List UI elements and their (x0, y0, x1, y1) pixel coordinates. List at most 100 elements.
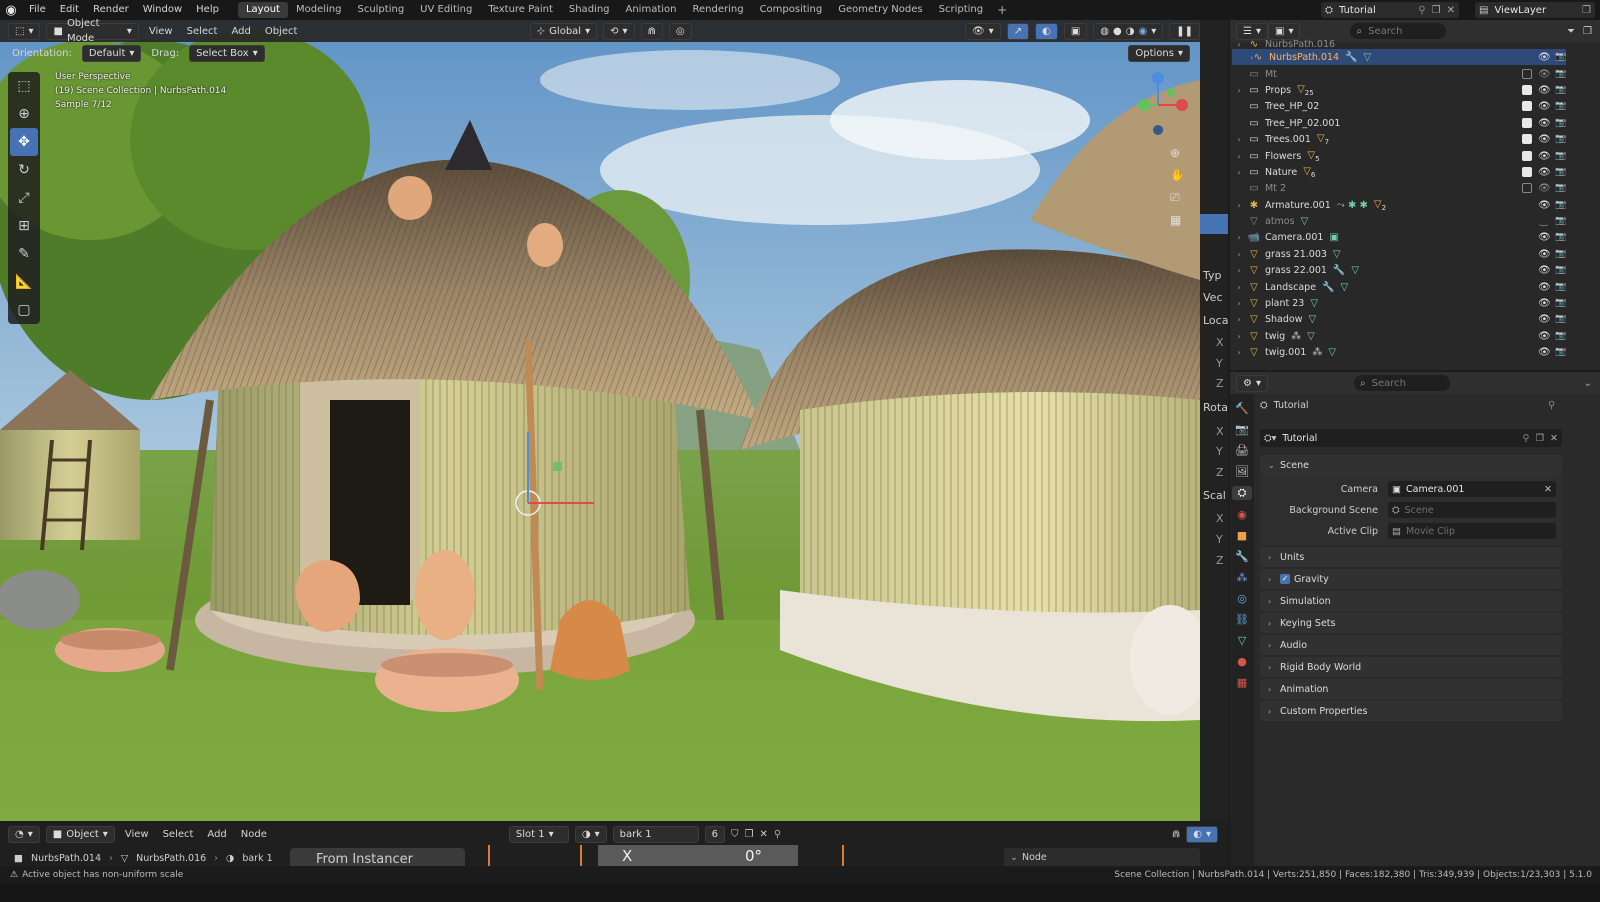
visibility-eye-icon[interactable]: 👁 (1538, 118, 1551, 129)
material-slot-selector[interactable]: Slot 1 ▾ (508, 825, 569, 843)
expand-arrow-icon[interactable]: › (1232, 168, 1246, 177)
remove-scene-icon[interactable]: ✕ (1447, 5, 1459, 16)
visibility-eye-icon[interactable]: 👁 (1538, 69, 1551, 80)
render-camera-icon[interactable]: 📷 (1555, 118, 1566, 128)
editor-type-selector[interactable]: ⬚ ▾ (8, 22, 41, 40)
drag-dropdown[interactable]: Select Box ▾ (189, 44, 265, 62)
particles-tab-icon[interactable]: ⁂ (1232, 571, 1252, 584)
pivot-selector[interactable]: ⟲ ▾ (603, 22, 635, 40)
background-scene-field[interactable]: ⛭ Scene (1388, 502, 1556, 518)
outliner-row-props[interactable]: › ▭ Props ▽25 👁 📷 (1232, 82, 1566, 98)
expand-arrow-icon[interactable]: › (1232, 283, 1246, 292)
expand-arrow-icon[interactable]: › (1232, 53, 1253, 62)
render-camera-icon[interactable]: 📷 (1555, 282, 1566, 292)
render-camera-icon[interactable]: 📷 (1555, 183, 1566, 193)
gizmo-toggle[interactable]: ↗ (1006, 22, 1030, 40)
scene-selector[interactable]: ⛭ Tutorial ⚲ ❐ ✕ (1321, 2, 1459, 18)
visibility-eye-icon[interactable]: 👁 (1538, 85, 1551, 96)
view-layer-tab-icon[interactable]: 🖼 (1232, 465, 1252, 478)
filter-icon[interactable]: ⏷ (1567, 26, 1575, 37)
new-view-layer-icon[interactable]: ❐ (1582, 5, 1595, 16)
material-tab-icon[interactable]: ● (1232, 655, 1252, 668)
grid-view-icon[interactable]: ▦ (1170, 213, 1188, 227)
render-camera-icon[interactable]: 📷 (1555, 151, 1566, 161)
outliner-row-tree-hp-02[interactable]: ▭ Tree_HP_02 👁 📷 (1232, 98, 1566, 114)
shader-menu-node[interactable]: Node (237, 829, 271, 840)
render-camera-icon[interactable]: 📷 (1555, 216, 1566, 226)
workspace-tab-geometry-nodes[interactable]: Geometry Nodes (830, 0, 930, 20)
material-name-field[interactable]: bark 1 (612, 825, 699, 843)
render-camera-icon[interactable]: 📷 (1555, 167, 1566, 177)
breadcrumb-material[interactable]: bark 1 (242, 853, 272, 864)
viewport-menu-select[interactable]: Select (183, 26, 222, 37)
render-camera-icon[interactable]: 📷 (1555, 232, 1566, 242)
visibility-eye-icon[interactable]: 👁 (1538, 265, 1551, 276)
viewport-menu-add[interactable]: Add (227, 26, 254, 37)
shader-menu-view[interactable]: View (121, 829, 153, 840)
material-browse[interactable]: ◑ ▾ (574, 825, 607, 843)
viewport-menu-view[interactable]: View (145, 26, 177, 37)
transform-orientation-selector[interactable]: ⊹ Global ▾ (529, 22, 598, 40)
visibility-eye-icon[interactable]: 👁 (1538, 347, 1551, 358)
fake-user-shield-icon[interactable]: ⛉ (731, 829, 739, 840)
menu-help[interactable]: Help (189, 0, 226, 20)
shader-overlay-toggle[interactable]: ◐ ▾ (1186, 825, 1218, 843)
render-camera-icon[interactable]: 📷 (1555, 347, 1566, 357)
audio-panel-header[interactable]: › Audio (1260, 635, 1562, 655)
exclude-checkbox[interactable] (1522, 151, 1532, 161)
viewport-menu-object[interactable]: Object (261, 26, 302, 37)
render-camera-icon[interactable]: 📷 (1555, 265, 1566, 275)
expand-arrow-icon[interactable]: › (1232, 86, 1246, 95)
snap-toggle[interactable]: ⋒ (640, 22, 663, 40)
workspace-tab-texture-paint[interactable]: Texture Paint (480, 0, 561, 20)
exclude-checkbox[interactable] (1522, 118, 1532, 128)
outliner-row-atmos[interactable]: ▽ atmos ▽ ‿ 📷 (1232, 213, 1566, 229)
rendered-shading-icon[interactable]: ◉ (1138, 24, 1147, 39)
expand-arrow-icon[interactable]: › (1232, 250, 1246, 259)
visibility-eye-icon[interactable]: 👁 (1538, 52, 1551, 63)
zoom-icon[interactable]: ⊕ (1170, 146, 1188, 160)
unlink-material-icon[interactable]: ✕ (760, 829, 768, 840)
visibility-eye-icon[interactable]: 👁 (1538, 200, 1551, 211)
material-users-count[interactable]: 6 (704, 825, 726, 843)
camera-view-icon[interactable]: ⎚ (1170, 190, 1188, 205)
constraints-tab-icon[interactable]: ⛓ (1232, 613, 1252, 626)
menu-file[interactable]: File (22, 0, 53, 20)
workspace-tab-rendering[interactable]: Rendering (684, 0, 751, 20)
exclude-checkbox[interactable] (1522, 69, 1532, 79)
rotate-icon[interactable]: ↻ (10, 156, 38, 184)
output-tab-icon[interactable]: 🖨 (1232, 444, 1252, 457)
exclude-checkbox[interactable] (1522, 101, 1532, 111)
outliner-row-twig-001[interactable]: › ▽ twig.001 ⁂ ▽ 👁 📷 (1232, 344, 1566, 360)
gravity-panel-header[interactable]: › ✓ Gravity (1260, 569, 1562, 589)
duplicate-material-icon[interactable]: ❐ (745, 829, 754, 840)
custom-properties-panel-header[interactable]: › Custom Properties (1260, 701, 1562, 721)
clear-camera-icon[interactable]: ✕ (1544, 484, 1556, 495)
tool-tab-icon[interactable]: 🔨 (1232, 402, 1252, 415)
camera-field[interactable]: ▣ Camera.001 ✕ (1388, 481, 1556, 497)
animation-panel-header[interactable]: › Animation (1260, 679, 1562, 699)
outliner-row-nurbspath-014[interactable]: › ∿ NurbsPath.014 🔧 ▽ 👁 📷 (1232, 49, 1566, 65)
visibility-eye-icon[interactable]: 👁 (1538, 101, 1551, 112)
shader-type-selector[interactable]: ■ Object ▾ (45, 825, 115, 843)
pin-icon[interactable]: ⚲ (1418, 5, 1425, 16)
visibility-eye-icon[interactable]: 👁 (1538, 314, 1551, 325)
breadcrumb-data[interactable]: NurbsPath.016 (136, 853, 206, 864)
orientation-dropdown[interactable]: Default ▾ (81, 44, 142, 62)
expand-arrow-icon[interactable]: › (1232, 348, 1246, 357)
breadcrumb-object[interactable]: NurbsPath.014 (31, 853, 101, 864)
shader-editor-type[interactable]: ◔ ▾ (8, 825, 40, 843)
unlink-icon[interactable]: ✕ (1550, 433, 1562, 444)
xray-toggle[interactable]: ▣ (1063, 22, 1088, 40)
outliner-row-nature[interactable]: › ▭ Nature ▽6 👁 📷 (1232, 164, 1566, 180)
render-tab-icon[interactable]: 📷 (1232, 423, 1252, 436)
visibility-eye-icon[interactable]: 👁 (1538, 331, 1551, 342)
render-camera-icon[interactable]: 📷 (1555, 298, 1566, 308)
workspace-tab-shading[interactable]: Shading (561, 0, 618, 20)
material-shading-icon[interactable]: ◑ (1126, 24, 1135, 39)
properties-options-icon[interactable]: ⌄ (1584, 378, 1600, 389)
properties-search[interactable]: ⌕ Search (1354, 375, 1450, 391)
data-tab-icon[interactable]: ▽ (1232, 634, 1252, 647)
outliner-row-plant-23[interactable]: › ▽ plant 23 ▽ 👁 📷 (1232, 295, 1566, 311)
units-panel-header[interactable]: › Units (1260, 547, 1562, 567)
